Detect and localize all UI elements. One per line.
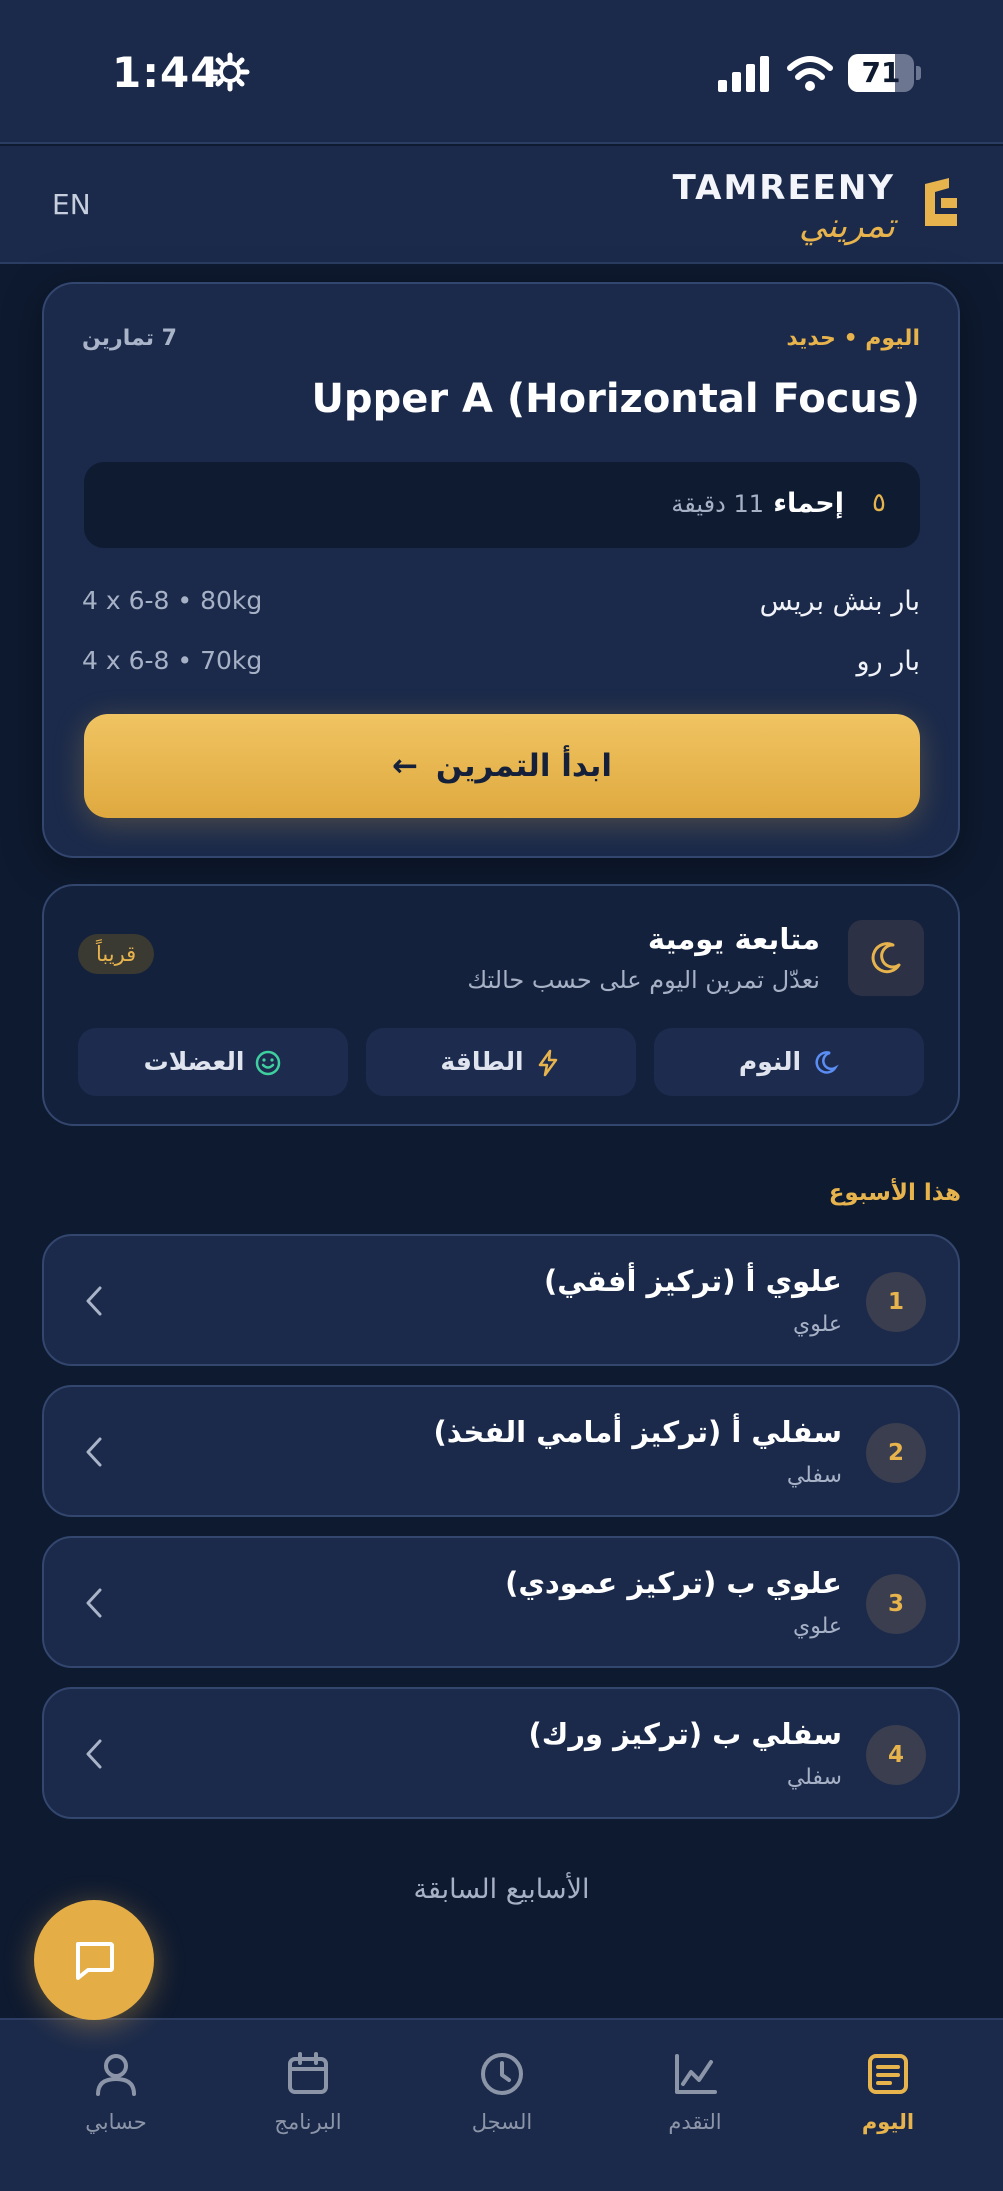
week-item-subtitle: سفلي xyxy=(786,1765,842,1790)
tab-program-label: البرنامج xyxy=(274,2110,342,2134)
warmup-label: إحماء xyxy=(773,488,844,519)
arrow-left-icon: ← xyxy=(391,748,418,784)
start-workout-label: ابدأ التمرين xyxy=(435,748,613,784)
tab-program[interactable]: البرنامج xyxy=(238,2050,378,2160)
checkin-subtitle: نعدّل تمرين اليوم على حسب حالتك xyxy=(467,966,820,994)
energy-label: الطاقة xyxy=(440,1047,524,1076)
tab-today-label: اليوم xyxy=(861,2110,915,2134)
wifi-icon xyxy=(787,56,833,91)
moon-icon xyxy=(871,942,901,974)
week-item-title: سفلي ب (تركيز ورك) xyxy=(528,1717,842,1751)
exercise-name: بار رو xyxy=(856,646,920,677)
battery-level: 71 xyxy=(861,56,901,89)
user-icon xyxy=(96,2054,136,2096)
week-item[interactable]: 3 علوي ب (تركيز عمودي) علوي xyxy=(42,1536,960,1668)
day-number: 3 xyxy=(866,1574,926,1634)
bottom-tab-bar: اليوم التقدم السجل البرنامج حسابي xyxy=(0,2018,1003,2191)
checkin-icon-box xyxy=(848,920,924,996)
daily-checkin-card: متابعة يومية نعدّل تمرين اليوم على حسب ح… xyxy=(42,884,960,1126)
status-bar: 1:44 71 xyxy=(0,0,1003,144)
week-item-subtitle: علوي xyxy=(793,1312,842,1337)
exercise-detail: 4 x 6-8 • 80kg xyxy=(82,586,263,615)
muscles-label: العضلات xyxy=(143,1047,245,1076)
week-item[interactable]: 4 سفلي ب (تركيز ورك) سفلي xyxy=(42,1687,960,1819)
warmup-duration: 11 دقيقة xyxy=(671,490,764,518)
smile-icon xyxy=(256,1050,281,1076)
battery-indicator: 71 xyxy=(848,54,921,92)
status-time: 1:44 xyxy=(112,48,221,97)
day-number: 1 xyxy=(866,1272,926,1332)
sleep-pill[interactable]: النوم xyxy=(654,1028,924,1096)
exercise-detail: 4 x 6-8 • 70kg xyxy=(82,646,263,675)
chevron-left-icon xyxy=(86,1739,102,1769)
signal-icon xyxy=(718,56,769,92)
tab-account[interactable]: حسابي xyxy=(46,2050,186,2160)
logo-icon xyxy=(925,178,957,226)
workout-title: Upper A (Horizontal Focus) xyxy=(311,376,920,422)
clock-icon xyxy=(481,2053,523,2095)
week-item-title: علوي ب (تركيز عمودي) xyxy=(505,1566,842,1600)
app-header: EN TAMREENY تمريني xyxy=(0,146,1003,264)
chevron-left-icon xyxy=(86,1588,102,1618)
week-item-subtitle: علوي xyxy=(793,1614,842,1639)
week-item-title: علوي أ (تركيز أفقي) xyxy=(544,1264,842,1298)
brand-name-ar: تمريني xyxy=(799,206,895,246)
week-item-subtitle: سفلي xyxy=(786,1463,842,1488)
chevron-left-icon xyxy=(86,1286,102,1316)
week-item[interactable]: 1 علوي أ (تركيز أفقي) علوي xyxy=(42,1234,960,1366)
today-workout-card: اليوم • حديد 7 تمارين Upper A (Horizonta… xyxy=(42,282,960,858)
chat-icon xyxy=(76,1942,114,1980)
muscles-pill[interactable]: العضلات xyxy=(78,1028,348,1096)
checkin-title: متابعة يومية xyxy=(647,922,820,956)
chart-icon xyxy=(675,2054,717,2094)
gear-icon xyxy=(210,52,250,92)
language-toggle[interactable]: EN xyxy=(52,188,91,221)
chat-button[interactable] xyxy=(34,1900,154,2020)
tab-progress[interactable]: التقدم xyxy=(625,2050,765,2160)
brand-name-en: TAMREENY xyxy=(672,168,895,208)
warmup-row[interactable]: ٥ إحماء 11 دقيقة xyxy=(84,462,920,548)
calendar-icon xyxy=(288,2052,328,2094)
tab-log[interactable]: السجل xyxy=(432,2050,572,2160)
tab-log-label: السجل xyxy=(471,2110,533,2134)
moon-icon xyxy=(815,1051,837,1074)
chevron-left-icon xyxy=(86,1437,102,1467)
exercise-name: بار بنش بريس xyxy=(759,586,920,617)
exercise-count: 7 تمارين xyxy=(82,326,177,351)
workout-meta: اليوم • حديد xyxy=(786,326,920,351)
week-item-title: سفلي أ (تركيز أمامي الفخذ) xyxy=(433,1415,842,1449)
tab-today[interactable]: اليوم xyxy=(818,2050,958,2160)
day-number: 4 xyxy=(866,1725,926,1785)
sleep-label: النوم xyxy=(738,1047,802,1076)
coming-soon-badge: قريباً xyxy=(78,934,155,974)
previous-weeks-link[interactable]: الأسابيع السابقة xyxy=(0,1874,1003,1905)
energy-pill[interactable]: الطاقة xyxy=(366,1028,636,1096)
day-number: 2 xyxy=(866,1423,926,1483)
start-workout-button[interactable]: ابدأ التمرين ← xyxy=(84,714,920,818)
tab-account-label: حسابي xyxy=(85,2110,147,2134)
lightning-icon xyxy=(538,1049,557,1077)
this-week-heading: هذا الأسبوع xyxy=(828,1180,961,1206)
list-icon xyxy=(868,2054,908,2094)
warmup-icon: ٥ xyxy=(872,488,886,518)
week-item[interactable]: 2 سفلي أ (تركيز أمامي الفخذ) سفلي xyxy=(42,1385,960,1517)
tab-progress-label: التقدم xyxy=(668,2110,722,2134)
